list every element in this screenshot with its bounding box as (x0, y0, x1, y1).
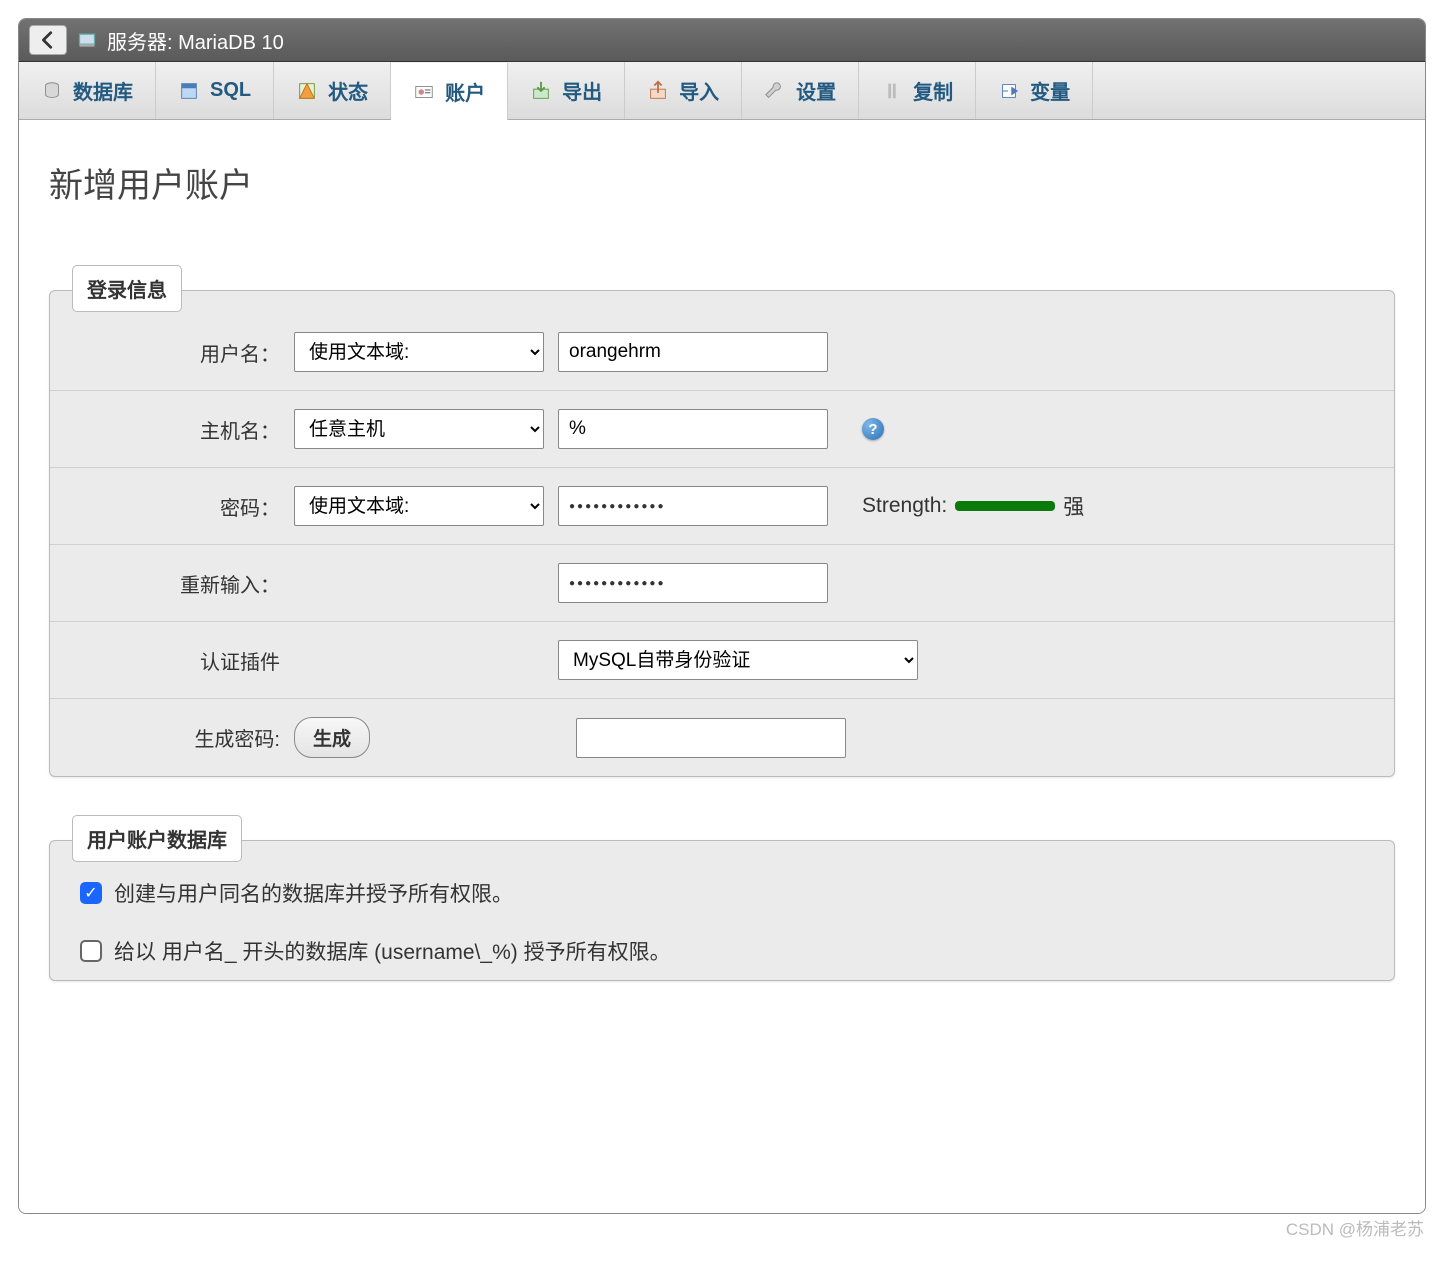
variables-icon (998, 80, 1020, 102)
checkbox-label: 给以 用户名_ 开头的数据库 (username\_%) 授予所有权限。 (114, 936, 671, 966)
host-input[interactable] (558, 409, 828, 449)
tab-variables[interactable]: 变量 (976, 62, 1093, 119)
generated-password-input[interactable] (576, 718, 846, 758)
tab-settings[interactable]: 设置 (742, 62, 859, 119)
tab-label: 复制 (913, 76, 953, 105)
strength-label: Strength: (862, 494, 947, 518)
tab-label: 状态 (328, 76, 368, 105)
label-auth: 认证插件 (80, 646, 280, 675)
database-icon (41, 80, 63, 102)
titlebar: 服务器: MariaDB 10 (19, 19, 1425, 62)
legend-login: 登录信息 (72, 265, 182, 312)
tab-label: 变量 (1030, 76, 1070, 105)
strength-text: 强 (1063, 491, 1084, 521)
checkbox-grant-wildcard[interactable] (80, 940, 102, 962)
auth-plugin-select[interactable]: MySQL自带身份验证 (558, 640, 918, 680)
password-input[interactable] (558, 486, 828, 526)
username-input[interactable] (558, 332, 828, 372)
tab-databases[interactable]: 数据库 (19, 62, 156, 119)
status-icon (296, 80, 318, 102)
label-generate: 生成密码: (80, 723, 280, 752)
server-icon (77, 30, 97, 50)
username-type-select[interactable]: 使用文本域: (294, 332, 544, 372)
tab-replication[interactable]: 复制 (859, 62, 976, 119)
tab-sql[interactable]: SQL (156, 62, 274, 119)
checkbox-label: 创建与用户同名的数据库并授予所有权限。 (114, 878, 513, 908)
users-icon (413, 81, 435, 103)
generate-button[interactable]: 生成 (294, 717, 370, 758)
back-button[interactable] (29, 25, 67, 55)
tab-label: 设置 (796, 76, 836, 105)
password-strength: Strength: 强 (862, 491, 1084, 521)
retype-password-input[interactable] (558, 563, 828, 603)
fieldset-login: 登录信息 用户名： 使用文本域: 主机名： 任意主机 ? 密码： 使用文本域: … (49, 267, 1395, 777)
sql-icon (178, 80, 200, 102)
legend-database: 用户账户数据库 (72, 815, 242, 862)
password-type-select[interactable]: 使用文本域: (294, 486, 544, 526)
tab-bar: 数据库 SQL 状态 账户 导出 导入 设置 复制 (19, 62, 1425, 120)
strength-bar (955, 501, 1055, 511)
tab-status[interactable]: 状态 (274, 62, 391, 119)
tab-label: SQL (210, 79, 251, 102)
watermark: CSDN @杨浦老苏 (1286, 1215, 1424, 1240)
label-username: 用户名： (80, 338, 280, 367)
tab-users[interactable]: 账户 (391, 63, 508, 120)
help-icon[interactable]: ? (862, 418, 884, 440)
replication-icon (881, 80, 903, 102)
wrench-icon (764, 80, 786, 102)
tab-label: 导出 (562, 76, 602, 105)
tab-label: 导入 (679, 76, 719, 105)
tab-label: 账户 (445, 77, 485, 106)
import-icon (647, 80, 669, 102)
tab-import[interactable]: 导入 (625, 62, 742, 119)
host-type-select[interactable]: 任意主机 (294, 409, 544, 449)
label-password: 密码： (80, 492, 280, 521)
titlebar-label: 服务器: MariaDB 10 (107, 26, 284, 55)
tab-export[interactable]: 导出 (508, 62, 625, 119)
label-retype: 重新输入： (80, 569, 280, 598)
checkbox-create-same-db[interactable]: ✓ (80, 882, 102, 904)
export-icon (530, 80, 552, 102)
label-host: 主机名： (80, 415, 280, 444)
tab-label: 数据库 (73, 76, 133, 105)
arrow-left-icon (37, 29, 59, 51)
fieldset-database: 用户账户数据库 ✓ 创建与用户同名的数据库并授予所有权限。 给以 用户名_ 开头… (49, 817, 1395, 981)
page-title: 新增用户账户 (49, 158, 1395, 207)
